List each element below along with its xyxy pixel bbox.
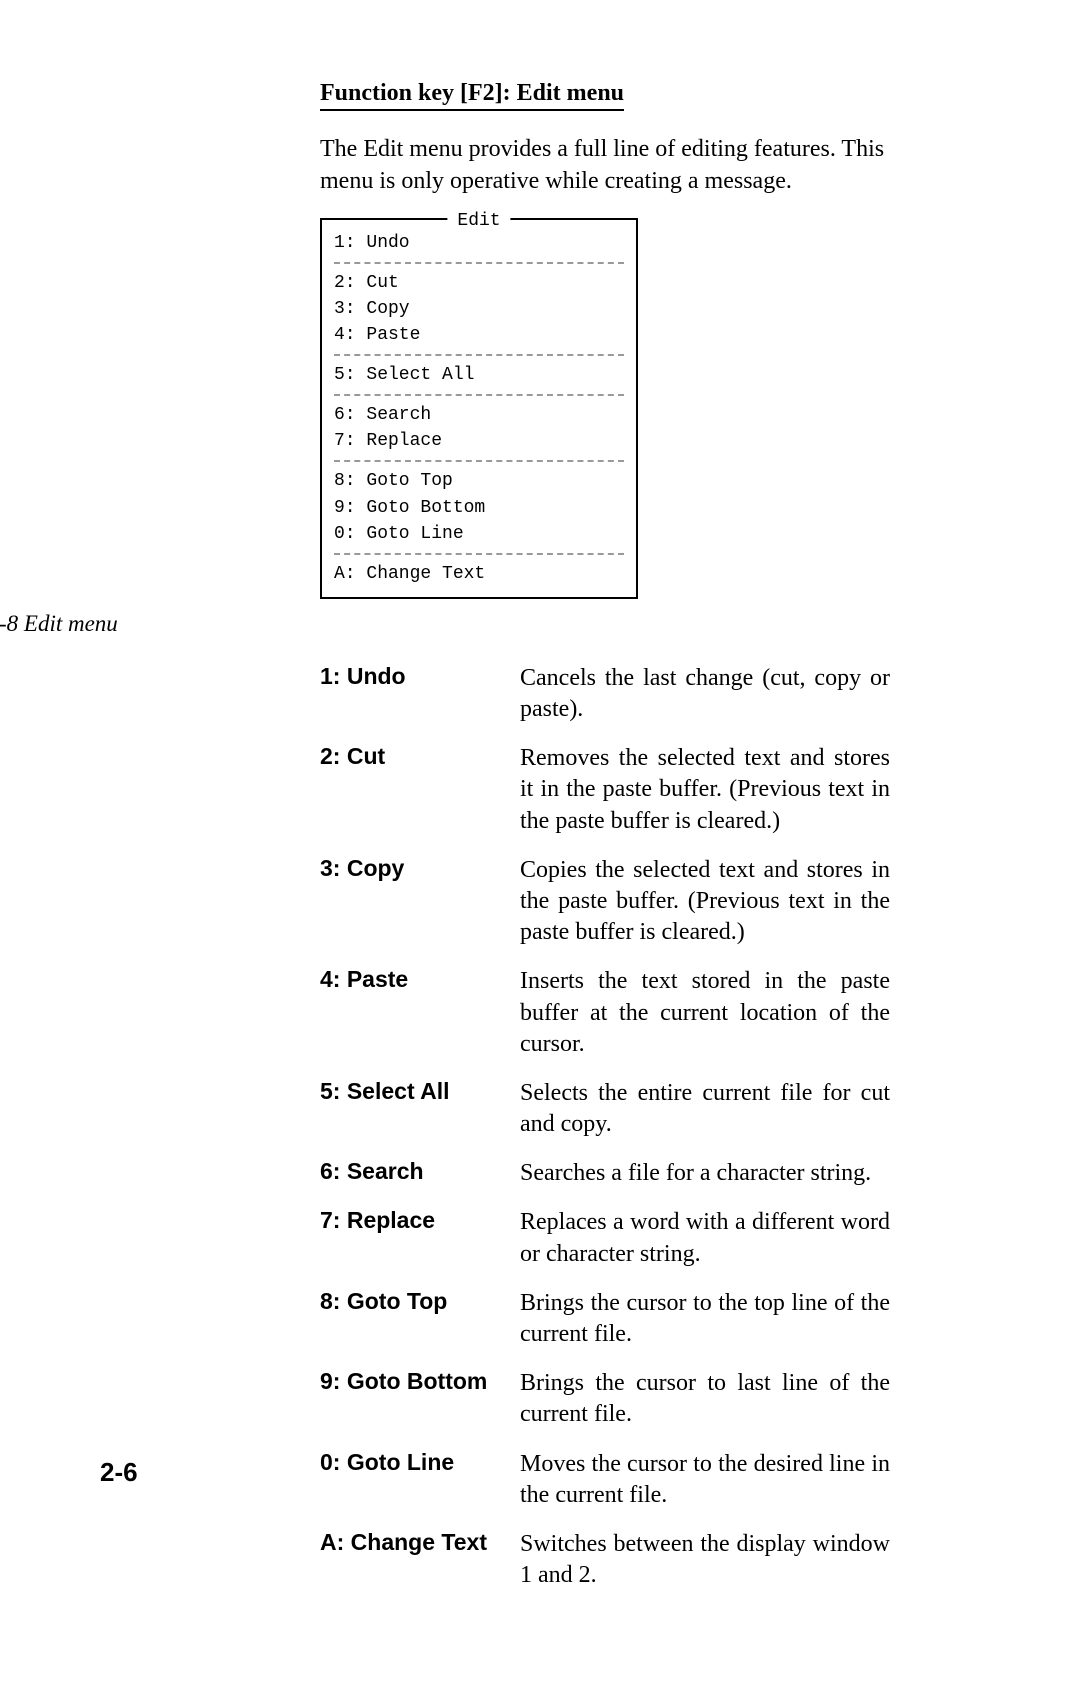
definition-description: Cancels the last change (cut, copy or pa… — [520, 663, 890, 725]
definition-row: 6: SearchSearches a file for a character… — [320, 1158, 890, 1189]
definition-row: 7: ReplaceReplaces a word with a differe… — [320, 1207, 890, 1269]
definition-term: 7: Replace — [320, 1207, 520, 1234]
definition-term: 3: Copy — [320, 855, 520, 882]
definition-term: 5: Select All — [320, 1078, 520, 1105]
edit-menu-item: 9: Goto Bottom — [334, 495, 624, 521]
definition-term: 9: Goto Bottom — [320, 1368, 520, 1395]
definition-description: Replaces a word with a different word or… — [520, 1207, 890, 1269]
definition-term: 0: Goto Line — [320, 1449, 520, 1476]
definition-term: 8: Goto Top — [320, 1288, 520, 1315]
definition-row: 4: PasteInserts the text stored in the p… — [320, 966, 890, 1060]
definition-description: Searches a file for a character string. — [520, 1158, 871, 1189]
definition-description: Selects the entire current file for cut … — [520, 1078, 890, 1140]
definition-row: 5: Select AllSelects the entire current … — [320, 1078, 890, 1140]
definition-term: A: Change Text — [320, 1529, 520, 1556]
edit-menu-separator — [334, 553, 624, 555]
definition-row: 0: Goto LineMoves the cursor to the desi… — [320, 1449, 890, 1511]
definition-row: A: Change TextSwitches between the displ… — [320, 1529, 890, 1591]
edit-menu-item: 3: Copy — [334, 296, 624, 322]
edit-menu-item: 8: Goto Top — [334, 468, 624, 494]
edit-menu-item: 2: Cut — [334, 270, 624, 296]
edit-menu-item: 4: Paste — [334, 322, 624, 348]
definition-term: 2: Cut — [320, 743, 520, 770]
edit-menu-item: 6: Search — [334, 402, 624, 428]
definition-description: Moves the cursor to the desired line in … — [520, 1449, 890, 1511]
intro-paragraph: The Edit menu provides a full line of ed… — [320, 133, 890, 198]
edit-menu-separator — [334, 262, 624, 264]
definition-term: 6: Search — [320, 1158, 520, 1185]
edit-menu-box: Edit 1: Undo2: Cut3: Copy4: Paste5: Sele… — [320, 218, 638, 599]
page-number: 2-6 — [100, 1457, 138, 1488]
section-heading: Function key [F2]: Edit menu — [320, 80, 624, 111]
definition-description: Brings the cursor to the top line of the… — [520, 1288, 890, 1350]
definition-row: 9: Goto BottomBrings the cursor to last … — [320, 1368, 890, 1430]
definition-row: 2: CutRemoves the selected text and stor… — [320, 743, 890, 837]
edit-menu-item: 0: Goto Line — [334, 521, 624, 547]
definition-row: 1: UndoCancels the last change (cut, cop… — [320, 663, 890, 725]
definition-description: Switches between the display window 1 an… — [520, 1529, 890, 1591]
figure-caption: Figure 2-8 Edit menu — [0, 611, 960, 637]
definition-row: 3: CopyCopies the selected text and stor… — [320, 855, 890, 949]
edit-menu-title: Edit — [447, 208, 510, 234]
edit-menu-separator — [334, 460, 624, 462]
definition-row: 8: Goto TopBrings the cursor to the top … — [320, 1288, 890, 1350]
definitions-list: 1: UndoCancels the last change (cut, cop… — [320, 663, 890, 1592]
edit-menu-separator — [334, 394, 624, 396]
definition-term: 1: Undo — [320, 663, 520, 690]
edit-menu-item: 5: Select All — [334, 362, 624, 388]
definition-term: 4: Paste — [320, 966, 520, 993]
definition-description: Removes the selected text and stores it … — [520, 743, 890, 837]
definition-description: Copies the selected text and stores in t… — [520, 855, 890, 949]
definition-description: Brings the cursor to last line of the cu… — [520, 1368, 890, 1430]
edit-menu-item: 7: Replace — [334, 428, 624, 454]
definition-description: Inserts the text stored in the paste buf… — [520, 966, 890, 1060]
edit-menu-separator — [334, 354, 624, 356]
edit-menu-item: A: Change Text — [334, 561, 624, 587]
